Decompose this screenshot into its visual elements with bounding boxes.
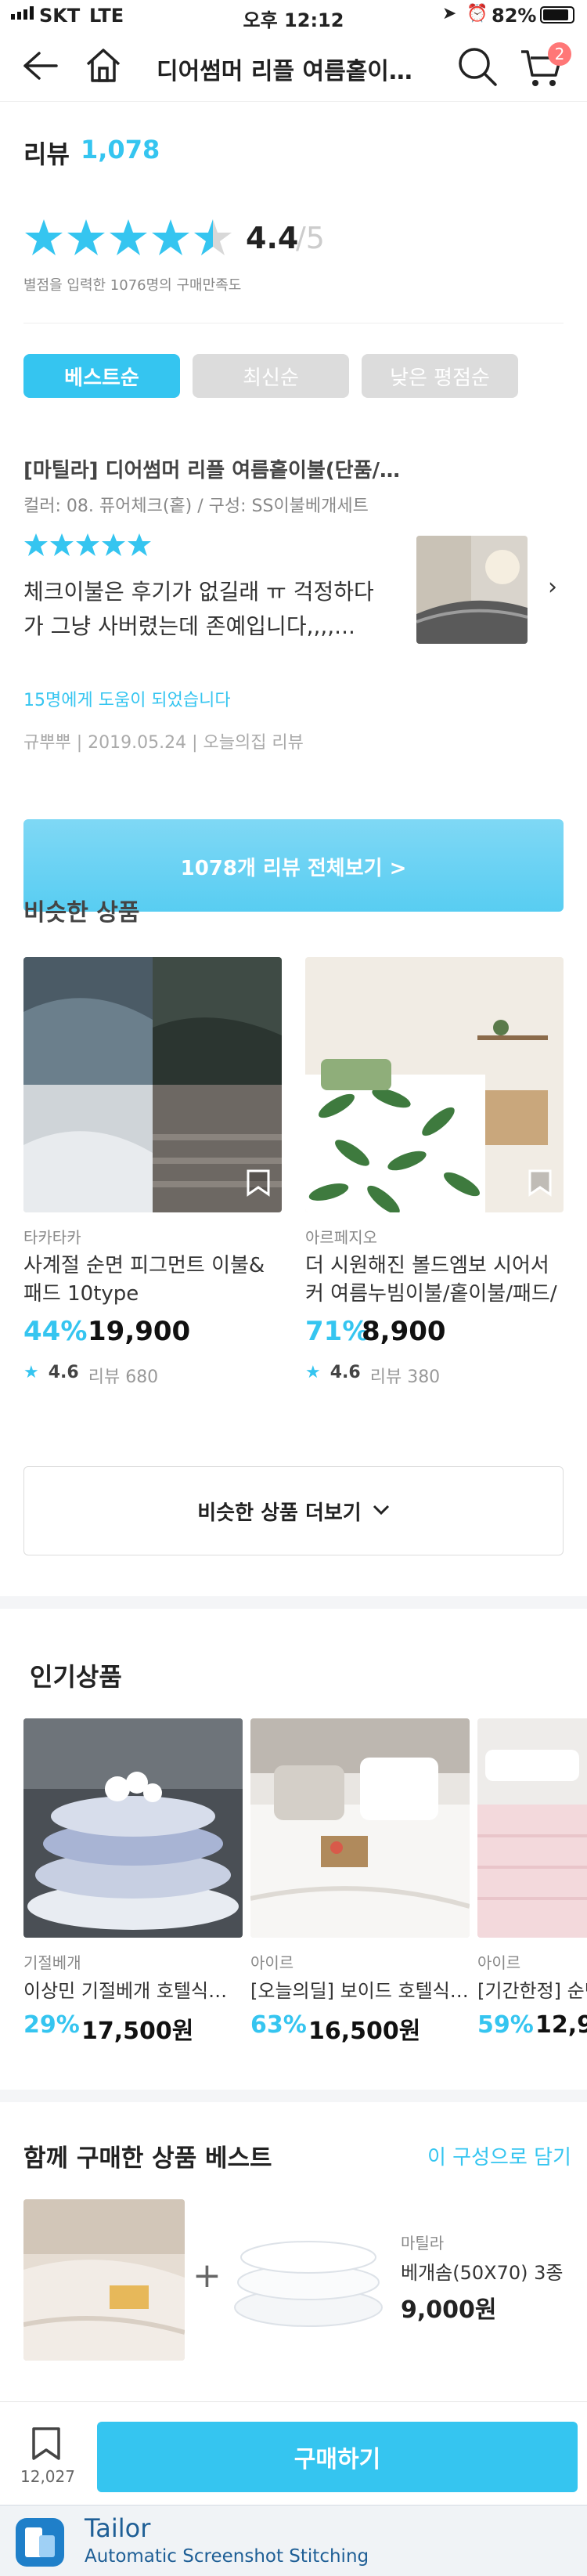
product-brand: 타카타카 (23, 1228, 81, 1247)
product-brand: 아이르 (477, 1953, 521, 1972)
top-nav: 디어썸머 리플 여름홑이불(… 2 (0, 31, 587, 102)
review-count[interactable]: 1,078 (81, 135, 160, 164)
together-product-name[interactable]: 베개솜(50X70) 3종 (401, 2257, 563, 2285)
together-pillow-image[interactable] (232, 2231, 385, 2336)
bookmark-icon[interactable] (528, 1169, 553, 1200)
bookmark-count: 12,027 (20, 2467, 75, 2486)
chevron-right-icon[interactable]: › (548, 573, 557, 601)
battery-icon (540, 6, 574, 23)
rating-stars (23, 218, 233, 258)
product-price: 19,900 (88, 1316, 191, 1347)
page-title: 디어썸머 리플 여름홑이불(… (157, 58, 430, 85)
product-price: 8,900 (362, 1316, 446, 1347)
product-rating-row: ★ 4.6 리뷰 680 (23, 1363, 158, 1388)
product-discount: 59% (477, 2011, 534, 2039)
more-similar-button[interactable]: 비슷한 상품 더보기 (23, 1466, 564, 1555)
tailor-logo-icon (16, 2518, 64, 2567)
product-reviews: 리뷰 380 (369, 1367, 441, 1387)
product-name[interactable]: 이상민 기절베개 호텔식베… (23, 1975, 243, 2003)
more-similar-label: 비슷한 상품 더보기 (197, 1501, 362, 1525)
star-icon: ★ (23, 1363, 39, 1382)
product-price: 12,9 (535, 2011, 587, 2039)
product-name[interactable]: 사계절 순면 피그먼트 이불&패드 10type (23, 1252, 282, 1308)
similar-product-image[interactable] (23, 957, 282, 1212)
review-stars (23, 533, 152, 561)
bookmark-icon[interactable] (31, 2426, 61, 2464)
alarm-icon: ⏰ (466, 4, 488, 23)
tailor-title: Tailor (85, 2513, 151, 2543)
product-name[interactable]: 더 시원해진 볼드엠보 시어서커 여름누빔이불/홑이불/패드/베개 (305, 1252, 564, 1308)
popular-heading: 인기상품 (30, 1662, 122, 1692)
buy-label: 구매하기 (294, 2446, 381, 2473)
bottom-bar-divider (0, 2401, 587, 2402)
product-rating-row: ★ 4.6 리뷰 380 (305, 1363, 440, 1388)
product-reviews: 리뷰 680 (88, 1367, 159, 1387)
product-brand: 아이르 (250, 1953, 294, 1972)
product-price: 16,500원 (308, 2018, 421, 2045)
product-discount: 29% (23, 2011, 80, 2039)
view-all-label: 1078개 리뷰 전체보기 > (180, 857, 407, 880)
popular-product-image[interactable] (477, 1718, 587, 1938)
helpful-count: 15명에게 도움이 되었습니다 (23, 691, 231, 710)
product-discount: 44% (23, 1316, 88, 1347)
search-icon[interactable] (456, 45, 499, 88)
location-icon: ➤ (442, 4, 457, 23)
review-body[interactable]: 체크이불은 후기가 없길래 ㅠ 걱정하다가 그냥 사버렸는데 존예입니다,,,,… (23, 575, 391, 644)
sort-tab-latest[interactable]: 최신순 (193, 354, 349, 398)
section-divider (0, 2090, 587, 2102)
product-discount: 63% (250, 2011, 307, 2039)
sort-tab-best[interactable]: 베스트순 (23, 354, 180, 398)
popular-product-image[interactable] (23, 1718, 243, 1938)
review-option: 컬러: 08. 퓨어체크(홑) / 구성: SS이불베개세트 (23, 497, 369, 516)
similar-heading: 비슷한 상품 (23, 899, 140, 927)
together-brand: 마틸라 (401, 2234, 445, 2253)
product-price: 17,500원 (81, 2018, 194, 2045)
buy-button[interactable]: 구매하기 (97, 2422, 578, 2492)
tailor-subtitle: Automatic Screenshot Stitching (85, 2546, 369, 2567)
rating-value: 4.4 (246, 221, 299, 255)
product-discount: 71% (305, 1316, 369, 1347)
popular-product-image[interactable] (250, 1718, 470, 1938)
product-rating: 4.6 (48, 1363, 79, 1382)
together-price: 9,000원 (401, 2296, 497, 2324)
tailor-footer: Tailor Automatic Screenshot Stitching (0, 2505, 587, 2576)
product-brand: 아르페지오 (305, 1228, 377, 1247)
chevron-down-icon (373, 1504, 390, 1519)
back-arrow-icon[interactable] (22, 50, 58, 81)
sort-tab-low-rating[interactable]: 낮은 평점순 (362, 354, 518, 398)
star-icon: ★ (305, 1363, 321, 1382)
plus-icon: + (193, 2256, 221, 2296)
review-label: 리뷰 (23, 139, 70, 169)
rating-max: /5 (296, 221, 325, 255)
product-name[interactable]: [오늘의딜] 보이드 호텔식… (250, 1975, 470, 2003)
section-divider (0, 1596, 587, 1609)
add-bundle-link[interactable]: 이 구성으로 담기 (427, 2141, 571, 2170)
review-photo[interactable] (416, 536, 528, 644)
review-meta: 규뿌뿌 | 2019.05.24 | 오늘의집 리뷰 (23, 733, 304, 753)
battery-percent: 82% (492, 5, 537, 27)
product-name[interactable]: [기간한정] 순면 (477, 1975, 587, 2003)
together-heading: 함께 구매한 상품 베스트 (23, 2144, 272, 2173)
home-icon[interactable] (85, 47, 122, 83)
bookmark-icon[interactable] (246, 1169, 271, 1200)
cart-badge: 2 (548, 42, 571, 66)
product-brand: 기절베개 (23, 1953, 81, 1972)
review-product-title: [마틸라] 디어썸머 리플 여름홑이불(단품/… (23, 459, 401, 482)
together-main-image[interactable] (23, 2199, 185, 2361)
satisfaction-note: 별점을 입력한 1076명의 구매만족도 (23, 277, 242, 294)
product-rating: 4.6 (330, 1363, 361, 1382)
status-bar: SKT LTE 오후 12:12 ➤ ⏰ 82% (0, 0, 587, 31)
similar-product-image[interactable] (305, 957, 564, 1212)
